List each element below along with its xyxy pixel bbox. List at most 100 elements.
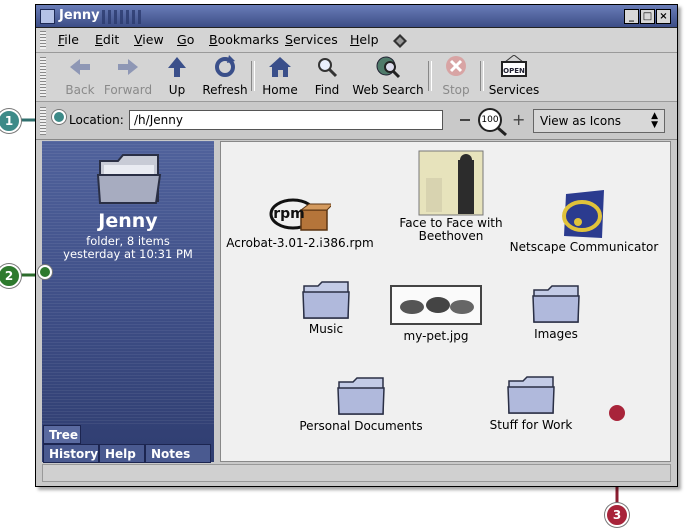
menu-file[interactable]: File: [58, 32, 79, 47]
folder-icon: [507, 376, 555, 414]
toolbar-separator: [480, 61, 484, 91]
up-arrow-icon: [168, 57, 186, 77]
locationbar-grip[interactable]: [40, 107, 46, 135]
refresh-label: Refresh: [202, 83, 248, 97]
open-sign-icon: OPEN: [501, 55, 527, 77]
find-button[interactable]: Find: [311, 55, 343, 97]
title-decoration: [102, 10, 142, 24]
find-label: Find: [314, 83, 340, 97]
close-icon[interactable]: ×: [656, 9, 671, 24]
file-item-personal-documents[interactable]: Personal Documents: [291, 376, 431, 433]
home-icon: [269, 57, 291, 77]
menu-help[interactable]: Help: [350, 32, 379, 47]
zoom-out-icon[interactable]: [460, 119, 470, 121]
sidebar-modified-date: yesterday at 10:31 PM: [63, 247, 193, 261]
menu-bookmarks[interactable]: Bookmarks: [209, 32, 279, 47]
toolbar-separator: [428, 61, 432, 91]
tab-tree[interactable]: Tree: [43, 425, 81, 444]
activity-diamond-icon: [393, 34, 407, 48]
file-item-music[interactable]: Music: [281, 280, 371, 336]
tab-help[interactable]: Help: [99, 444, 145, 463]
large-folder-icon: [96, 154, 162, 204]
menu-bar: File Edit View Go Bookmarks Services Hel…: [36, 28, 677, 53]
menu-view[interactable]: View: [134, 32, 164, 47]
toolbar: Back Forward Up Refresh Home Find Web Se…: [36, 53, 677, 102]
toolbar-grip[interactable]: [40, 57, 46, 97]
folder-icon: [302, 281, 350, 319]
zoom-in-icon[interactable]: +: [512, 112, 525, 128]
callout-1-anchor: [52, 110, 66, 124]
view-mode-value: View as Icons: [540, 114, 622, 128]
stop-label: Stop: [442, 83, 470, 97]
window-title: Jenny: [59, 8, 100, 23]
file-name: Stuff for Work: [489, 418, 573, 432]
services-button[interactable]: OPEN Services: [486, 55, 542, 97]
folder-icon: [337, 377, 385, 415]
refresh-button[interactable]: Refresh: [202, 55, 248, 97]
file-name: my-pet.jpg: [403, 329, 469, 343]
menubar-grip[interactable]: [40, 31, 46, 49]
zoom-level[interactable]: 100: [479, 115, 501, 125]
sidebar: Jenny folder, 8 items yesterday at 10:31…: [42, 141, 214, 463]
menu-edit[interactable]: Edit: [95, 32, 119, 47]
folder-icon: [532, 285, 580, 323]
menu-services[interactable]: Services: [285, 32, 338, 47]
web-search-icon: [376, 56, 401, 79]
maximize-icon[interactable]: □: [640, 9, 655, 24]
stop-button[interactable]: Stop: [438, 55, 474, 97]
select-arrows-icon: ▲ ▼: [651, 111, 658, 130]
file-name: Netscape Communicator: [509, 240, 659, 254]
rpm-package-icon: rpm: [269, 198, 331, 231]
web-search-button[interactable]: Web Search: [352, 55, 424, 97]
view-mode-select[interactable]: View as Icons ▲ ▼: [533, 109, 665, 133]
tab-notes[interactable]: Notes: [145, 444, 211, 463]
file-item-images[interactable]: Images: [511, 284, 601, 341]
minimize-icon[interactable]: _: [624, 9, 639, 24]
file-name: Acrobat-3.01-2.i386.rpm: [226, 236, 374, 250]
file-item-netscape[interactable]: Netscape Communicator: [509, 190, 659, 254]
svg-text:rpm: rpm: [273, 206, 305, 222]
file-name: Personal Documents: [299, 419, 423, 433]
back-label: Back: [65, 83, 95, 97]
location-bar: Location: /h/Jenny 100 + View as Icons ▲…: [36, 103, 677, 140]
file-manager-window: Jenny _ □ × File Edit View Go Bookmarks …: [35, 4, 678, 487]
location-label: Location:: [69, 113, 124, 127]
status-bar: [42, 464, 671, 482]
magnifier-icon: [318, 58, 338, 78]
callout-3-anchor: [609, 405, 625, 421]
forward-label: Forward: [103, 83, 153, 97]
up-label: Up: [168, 83, 186, 97]
file-name: Face to Face with Beethoven: [399, 216, 503, 243]
callout-2-anchor: [38, 265, 52, 279]
home-label: Home: [262, 83, 298, 97]
image-thumbnail: [390, 285, 482, 325]
toolbar-separator: [251, 61, 255, 91]
sidebar-folder-name: Jenny: [98, 210, 158, 232]
refresh-icon: [215, 55, 235, 77]
file-item-my-pet[interactable]: my-pet.jpg: [381, 285, 491, 343]
file-name: Images: [534, 327, 578, 341]
forward-button[interactable]: Forward: [102, 55, 154, 97]
title-bar[interactable]: Jenny _ □ ×: [36, 5, 677, 28]
menu-go[interactable]: Go: [177, 32, 194, 47]
home-button[interactable]: Home: [260, 55, 300, 97]
back-button[interactable]: Back: [60, 55, 100, 97]
file-item-album[interactable]: Face to Face with Beethoven: [381, 150, 521, 243]
callout-3: 3: [605, 503, 629, 527]
location-input[interactable]: /h/Jenny: [129, 110, 443, 130]
forward-arrow-icon: [118, 59, 138, 75]
svg-text:OPEN: OPEN: [503, 67, 525, 75]
icon-view[interactable]: rpm Acrobat-3.01-2.i386.rpm Face to Face…: [220, 141, 671, 462]
web-search-label: Web Search: [352, 83, 424, 97]
stop-icon: [446, 56, 466, 76]
file-item-stuff-for-work[interactable]: Stuff for Work: [471, 375, 591, 432]
up-button[interactable]: Up: [162, 55, 192, 97]
services-label: Services: [488, 83, 540, 97]
file-item-rpm[interactable]: rpm Acrobat-3.01-2.i386.rpm: [225, 194, 375, 250]
back-arrow-icon: [70, 59, 90, 75]
sidebar-folder-info: folder, 8 items: [86, 234, 170, 248]
window-menu-icon[interactable]: [40, 9, 55, 24]
tab-history[interactable]: History: [43, 444, 99, 463]
file-name: Music: [308, 322, 344, 336]
netscape-icon: [562, 190, 604, 238]
